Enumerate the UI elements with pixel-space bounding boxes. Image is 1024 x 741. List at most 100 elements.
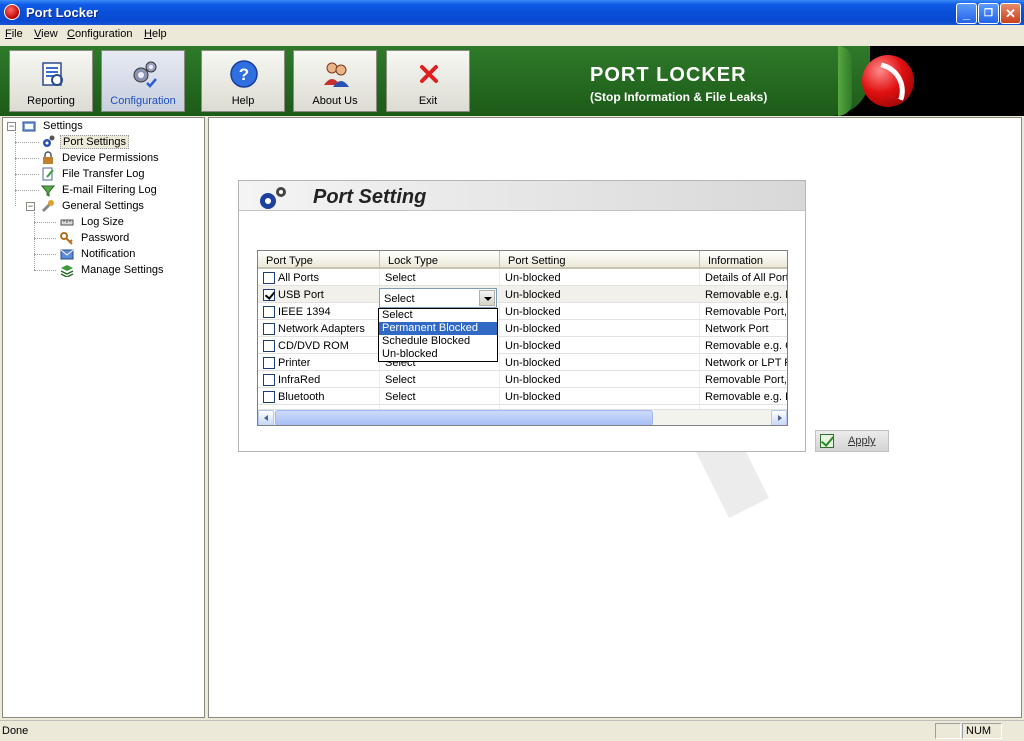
row-checkbox[interactable] (263, 374, 275, 386)
settings-collapse-toggle[interactable]: − (7, 122, 16, 131)
brand-subtitle: (Stop Information & File Leaks) (590, 90, 768, 104)
dropdown-option-permanent-blocked[interactable]: Permanent Blocked (379, 322, 497, 335)
status-text: Done (2, 725, 29, 737)
exit-button[interactable]: Exit (386, 50, 470, 112)
help-icon: ? (230, 60, 258, 88)
table-row[interactable]: USB Port Un-blocked Removable e.g. M (258, 286, 787, 303)
port-setting-cell: Un-blocked (505, 323, 561, 335)
status-bar: Done NUM (0, 720, 1024, 741)
apply-button[interactable]: Apply (815, 430, 889, 452)
port-setting-cell: Un-blocked (505, 391, 561, 403)
scroll-left-icon[interactable] (258, 410, 274, 425)
menu-configuration[interactable]: Configuration (67, 28, 132, 40)
title-bar[interactable]: Port Locker _ ❐ ✕ (0, 0, 1024, 25)
information-cell: Removable e.g. E (705, 391, 787, 403)
table-row[interactable]: Bluetooth Select Un-blocked Removable e.… (258, 388, 787, 405)
information-cell: Details of All Ports (705, 272, 787, 284)
close-button[interactable]: ✕ (1000, 3, 1021, 24)
port-type-cell: IEEE 1394 (278, 306, 331, 318)
about-us-label: About Us (312, 95, 358, 107)
menu-file[interactable]: File (5, 28, 23, 40)
information-cell: Removable Port, (705, 374, 787, 386)
table-row[interactable]: All Ports Select Un-blocked Details of A… (258, 269, 787, 286)
port-type-cell: InfraRed (278, 374, 321, 386)
lock-type-dropdown: Select Permanent Blocked Schedule Blocke… (378, 308, 498, 362)
email-filter-icon (41, 185, 55, 197)
reporting-label: Reporting (27, 95, 75, 107)
port-setting-cell: Un-blocked (505, 374, 561, 386)
status-num-indicator: NUM (962, 723, 1002, 739)
port-setting-cell: Un-blocked (505, 306, 561, 318)
main-content: Port Setting Port Type Lock Type Port Se… (208, 117, 1022, 718)
apply-check-icon (820, 434, 834, 448)
row-checkbox[interactable] (263, 306, 275, 318)
row-checkbox[interactable] (263, 289, 275, 301)
column-header-information[interactable]: Information (700, 251, 787, 269)
general-settings-collapse-toggle[interactable]: − (26, 202, 35, 211)
information-cell: Removable e.g. M (705, 289, 787, 301)
row-checkbox[interactable] (263, 357, 275, 369)
port-type-cell: USB Port (278, 289, 324, 301)
menu-view[interactable]: View (34, 28, 58, 40)
column-header-port-setting[interactable]: Port Setting (500, 251, 700, 269)
window-title: Port Locker (26, 5, 99, 20)
apply-label: Apply (848, 435, 876, 447)
brand-logo-icon (862, 55, 914, 107)
port-type-cell: Network Adapters (278, 323, 365, 335)
table-row[interactable]: Network Adapters Un-blocked Network Port (258, 320, 787, 337)
dropdown-option-schedule-blocked[interactable]: Schedule Blocked (379, 335, 497, 348)
exit-label: Exit (418, 95, 438, 107)
lock-icon (43, 151, 53, 164)
port-setting-cell: Un-blocked (505, 357, 561, 369)
help-button[interactable]: ? Help (201, 50, 285, 112)
lock-type-cell[interactable]: Select (385, 391, 416, 403)
reporting-button[interactable]: Reporting (9, 50, 93, 112)
port-setting-panel: Port Setting Port Type Lock Type Port Se… (238, 180, 806, 452)
notification-icon (60, 249, 74, 260)
port-setting-cell: Un-blocked (505, 272, 561, 284)
settings-tree: − Settings Port Settings Device Permissi… (2, 117, 205, 718)
status-pane-blank (935, 723, 961, 739)
dropdown-option-select[interactable]: Select (379, 309, 497, 322)
tools-icon (41, 200, 54, 213)
column-header-lock-type[interactable]: Lock Type (380, 251, 500, 269)
horizontal-scrollbar[interactable] (258, 409, 787, 425)
svg-text:?: ? (239, 65, 249, 84)
configuration-button[interactable]: Configuration (101, 50, 185, 112)
app-window: Port Locker _ ❐ ✕ File View Configuratio… (0, 0, 1024, 741)
dropdown-option-un-blocked[interactable]: Un-blocked (379, 348, 497, 361)
scrollbar-thumb[interactable] (275, 410, 653, 425)
row-checkbox[interactable] (263, 323, 275, 335)
lock-type-combo-value: Select (384, 293, 415, 305)
lock-type-cell[interactable]: Select (385, 272, 416, 284)
table-row[interactable]: IEEE 1394 Un-blocked Removable Port, (258, 303, 787, 320)
table-row[interactable]: Printer Select Un-blocked Network or LPT… (258, 354, 787, 371)
port-setting-cell: Un-blocked (505, 340, 561, 352)
row-checkbox[interactable] (263, 391, 275, 403)
port-setting-cell: Un-blocked (505, 289, 561, 301)
brand-title: PORT LOCKER (590, 64, 747, 86)
app-logo-icon (4, 4, 20, 20)
column-header-port-type[interactable]: Port Type (258, 251, 380, 269)
users-icon (324, 62, 349, 87)
lock-type-cell[interactable]: Select (385, 374, 416, 386)
row-checkbox[interactable] (263, 340, 275, 352)
settings-folder-icon (22, 121, 36, 132)
information-cell: Removable e.g. C (705, 340, 787, 352)
menu-bar: File View Configuration Help (0, 25, 1024, 45)
row-checkbox[interactable] (263, 272, 275, 284)
scroll-right-icon[interactable] (771, 410, 787, 425)
table-row[interactable]: CD/DVD ROM Un-blocked Removable e.g. C (258, 337, 787, 354)
port-setting-gears-icon (260, 187, 286, 209)
table-row[interactable]: InfraRed Select Un-blocked Removable Por… (258, 371, 787, 388)
menu-help[interactable]: Help (144, 28, 167, 40)
minimize-button[interactable]: _ (956, 3, 977, 24)
about-us-button[interactable]: About Us (293, 50, 377, 112)
lock-type-combo[interactable]: Select (379, 288, 497, 308)
restore-button[interactable]: ❐ (978, 3, 999, 24)
information-cell: Network or LPT P (705, 357, 787, 369)
report-icon (42, 62, 63, 86)
layers-icon (60, 265, 74, 277)
exit-x-icon (420, 65, 438, 83)
combo-chevron-down-icon[interactable] (479, 290, 495, 306)
